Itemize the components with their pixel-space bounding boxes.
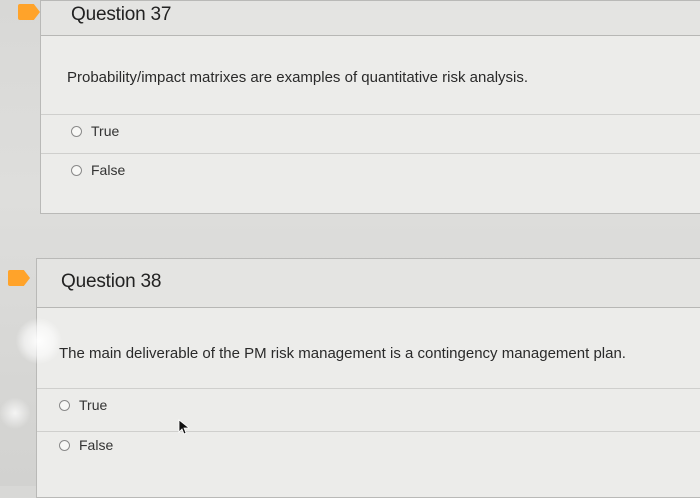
mouse-pointer-icon [178, 419, 190, 435]
question-37-radio-false[interactable] [71, 164, 82, 176]
question-38-radio-true[interactable] [59, 399, 70, 411]
question-38-option-false-label: False [79, 437, 114, 453]
question-38-card: Question 38 The main deliverable of the … [36, 258, 700, 498]
question-37-option-true[interactable]: True [71, 123, 119, 139]
question-37-option-false[interactable]: False [71, 162, 125, 178]
question-37-marker-icon [18, 4, 40, 20]
question-38-text: The main deliverable of the PM risk mana… [59, 345, 626, 362]
question-38-option-true[interactable]: True [59, 397, 107, 413]
question-38-radio-false[interactable] [59, 439, 70, 451]
question-38-divider [37, 431, 700, 432]
question-37-option-true-label: True [91, 123, 120, 139]
question-38-divider [37, 388, 700, 389]
question-38-option-false[interactable]: False [59, 437, 113, 453]
question-37-radio-true[interactable] [71, 125, 82, 137]
question-38-marker-icon [8, 270, 30, 286]
question-37-header: Question 37 [41, 1, 700, 36]
question-37-card: Question 37 Probability/impact matrixes … [40, 0, 700, 214]
screen-glare [0, 396, 30, 430]
question-38-title: Question 38 [61, 271, 162, 292]
question-37-text: Probability/impact matrixes are examples… [67, 69, 529, 86]
question-37-title: Question 37 [71, 4, 172, 25]
question-37-divider [41, 153, 700, 154]
question-38-option-true-label: True [79, 397, 108, 413]
question-37-option-false-label: False [91, 162, 126, 178]
question-37-divider [41, 114, 700, 115]
question-38-header: Question 38 [37, 259, 700, 308]
